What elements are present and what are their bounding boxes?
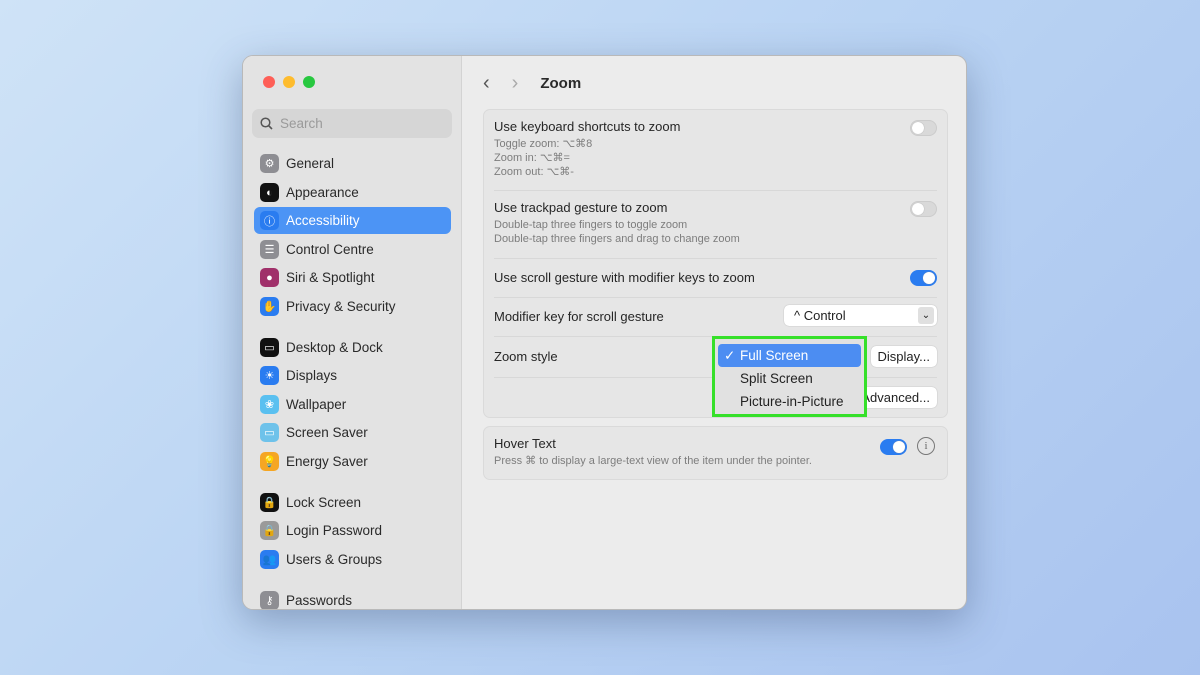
modifier-value: ^ Control <box>794 308 846 323</box>
display-button[interactable]: Display... <box>870 346 937 367</box>
menu-item-label: Split Screen <box>740 371 813 386</box>
sidebar-item-control-centre[interactable]: ☰ Control Centre <box>254 236 451 263</box>
sidebar-item-siri-spotlight[interactable]: ● Siri & Spotlight <box>254 264 451 291</box>
trackpad-toggle[interactable] <box>910 201 937 217</box>
hover-text-row: Hover Text Press ⌘ to display a large-te… <box>494 427 937 477</box>
gear-icon: ⚙ <box>260 154 279 173</box>
sidebar-item-label: Accessibility <box>286 213 360 228</box>
sidebar-item-label: Appearance <box>286 185 359 200</box>
sidebar-item-label: Screen Saver <box>286 425 368 440</box>
hover-text-card: Hover Text Press ⌘ to display a large-te… <box>483 426 948 480</box>
shortcut-out: Zoom out: ⌥⌘- <box>494 166 574 178</box>
sidebar-item-label: General <box>286 156 335 171</box>
users-icon: 👥 <box>260 550 279 569</box>
minimize-button[interactable] <box>283 76 295 88</box>
sidebar-item-privacy-security[interactable]: ✋ Privacy & Security <box>254 293 451 320</box>
keyboard-shortcuts-row: Use keyboard shortcuts to zoom Toggle zo… <box>494 110 937 191</box>
dock-icon: ▭ <box>260 338 279 357</box>
sidebar-item-label: Lock Screen <box>286 495 362 510</box>
menu-item-split-screen[interactable]: Split Screen <box>718 367 861 390</box>
sidebar-item-displays[interactable]: ☀ Displays <box>254 362 451 389</box>
settings-window: Search ⚙ General ◐ Appearance ⓘ Accessibility… <box>242 55 967 610</box>
sidebar-item-label: Login Password <box>286 523 383 538</box>
chevron-down-icon: ⌄ <box>918 307 934 324</box>
sun-icon: ☀ <box>260 366 279 385</box>
hand-icon: ✋ <box>260 297 279 316</box>
menu-item-label: Picture-in-Picture <box>740 394 844 409</box>
sidebar-item-passwords[interactable]: ⚷ Passwords <box>254 587 451 609</box>
key-icon: ⚷ <box>260 591 279 609</box>
content: ‹ › Zoom Use keyboard shortcuts to zoom … <box>463 56 966 609</box>
forward-button[interactable]: › <box>512 72 519 95</box>
zoom-style-menu: ✓ Full Screen Split Screen Picture-in-Pic… <box>712 336 867 417</box>
hover-text-desc: Press ⌘ to display a large-text view of … <box>494 455 812 467</box>
scroll-gesture-row: Use scroll gesture with modifier keys to… <box>494 259 937 298</box>
trackpad-row: Use trackpad gesture to zoom Double-tap … <box>494 191 937 259</box>
accessibility-icon: ⓘ <box>260 211 279 230</box>
modifier-select[interactable]: ^ Control ⌄ <box>784 305 937 326</box>
close-button[interactable] <box>263 76 275 88</box>
menu-item-picture-in-picture[interactable]: Picture-in-Picture <box>718 390 861 413</box>
search-input[interactable]: Search <box>252 109 452 138</box>
bulb-icon: 💡 <box>260 452 279 471</box>
sidebar-item-label: Displays <box>286 368 338 383</box>
window-controls <box>263 76 315 88</box>
hover-text-toggle[interactable] <box>880 439 907 455</box>
sidebar-item-appearance[interactable]: ◐ Appearance <box>254 179 451 206</box>
sidebar-item-label: Privacy & Security <box>286 299 396 314</box>
sidebar-item-label: Control Centre <box>286 242 374 257</box>
sidebar-item-energy-saver[interactable]: 💡 Energy Saver <box>254 448 451 475</box>
wallpaper-icon: ❀ <box>260 395 279 414</box>
appearance-icon: ◐ <box>260 183 279 202</box>
hover-text-label: Hover Text <box>494 436 556 451</box>
sidebar-item-label: Passwords <box>286 593 353 608</box>
scroll-gesture-toggle[interactable] <box>910 270 937 286</box>
siri-icon: ● <box>260 268 279 287</box>
sidebar-item-label: Desktop & Dock <box>286 340 383 355</box>
trackpad-desc: Double-tap three fingers and drag to cha… <box>494 233 740 245</box>
sidebar-item-general[interactable]: ⚙ General <box>254 150 451 177</box>
sidebar: Search ⚙ General ◐ Appearance ⓘ Accessibility… <box>243 56 462 609</box>
lock-icon: 🔒 <box>260 493 279 512</box>
keyboard-shortcuts-toggle[interactable] <box>910 120 937 136</box>
shortcut-in: Zoom in: ⌥⌘= <box>494 152 570 164</box>
lock-icon: 🔒 <box>260 521 279 540</box>
modifier-row: Modifier key for scroll gesture ^ Contro… <box>494 298 937 337</box>
sidebar-item-label: Energy Saver <box>286 454 368 469</box>
sidebar-item-label: Wallpaper <box>286 397 347 412</box>
scroll-gesture-label: Use scroll gesture with modifier keys to… <box>494 270 755 285</box>
sidebar-item-lock-screen[interactable]: 🔒 Lock Screen <box>254 489 451 516</box>
keyboard-shortcuts-label: Use keyboard shortcuts to zoom <box>494 119 681 134</box>
trackpad-desc: Double-tap three fingers to toggle zoom <box>494 219 688 231</box>
search-icon <box>260 117 273 130</box>
sidebar-item-accessibility[interactable]: ⓘ Accessibility <box>254 207 451 234</box>
checkmark-icon: ✓ <box>724 347 736 363</box>
sidebar-item-label: Users & Groups <box>286 552 383 567</box>
sidebar-item-wallpaper[interactable]: ❀ Wallpaper <box>254 391 451 418</box>
sidebar-item-screen-saver[interactable]: ▭ Screen Saver <box>254 419 451 446</box>
back-button[interactable]: ‹ <box>483 72 490 95</box>
shortcut-toggle: Toggle zoom: ⌥⌘8 <box>494 138 593 150</box>
info-icon[interactable]: i <box>917 437 935 455</box>
trackpad-label: Use trackpad gesture to zoom <box>494 200 668 215</box>
page-title: Zoom <box>540 75 582 92</box>
menu-item-full-screen[interactable]: ✓ Full Screen <box>718 344 861 367</box>
zoom-button[interactable] <box>303 76 315 88</box>
sidebar-item-label: Siri & Spotlight <box>286 270 375 285</box>
search-placeholder: Search <box>280 116 323 131</box>
sidebar-item-users-groups[interactable]: 👥 Users & Groups <box>254 546 451 573</box>
control-centre-icon: ☰ <box>260 240 279 259</box>
sidebar-item-desktop-dock[interactable]: ▭ Desktop & Dock <box>254 334 451 361</box>
sidebar-item-login-password[interactable]: 🔒 Login Password <box>254 517 451 544</box>
screen-saver-icon: ▭ <box>260 423 279 442</box>
menu-item-label: Full Screen <box>740 348 809 363</box>
